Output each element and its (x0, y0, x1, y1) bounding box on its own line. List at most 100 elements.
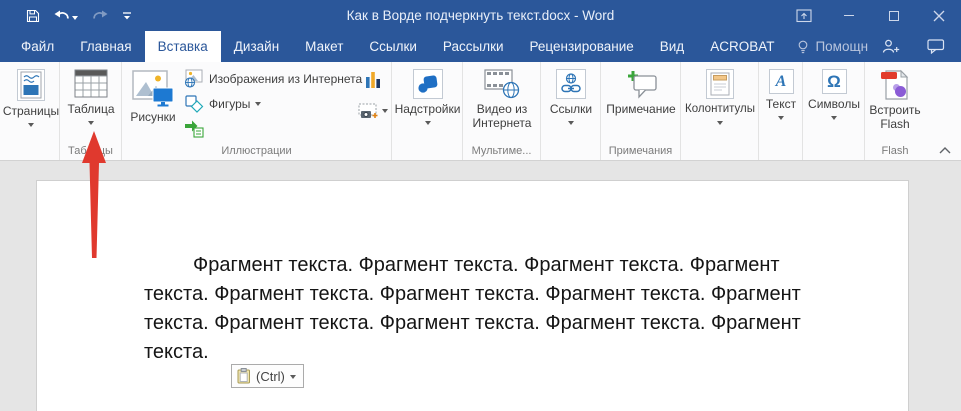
group-pages: Страницы (2, 62, 60, 160)
paragraph-line: текста. (144, 338, 801, 367)
pages-dropdown-arrow (28, 123, 34, 127)
tell-me-box[interactable]: Помощн (797, 31, 868, 62)
collapse-ribbon-icon[interactable] (939, 147, 951, 154)
pages-button-label: Страницы (3, 105, 59, 119)
paste-options-dropdown-arrow (290, 375, 296, 379)
maximize-button[interactable] (871, 0, 916, 31)
text-button-label: Текст (766, 98, 796, 112)
tab-home[interactable]: Главная (67, 31, 144, 62)
group-label-illustrations: Иллюстрации (122, 145, 391, 157)
chart-icon[interactable] (365, 70, 381, 89)
header-footer-icon (710, 72, 730, 96)
document-page[interactable]: Фрагмент текста. Фрагмент текста. Фрагме… (36, 180, 909, 411)
illustrations-right-buttons (358, 70, 388, 119)
smartart-button[interactable] (184, 116, 362, 141)
group-links: Ссылки (541, 62, 601, 160)
window-controls (781, 0, 961, 31)
addins-button[interactable]: Надстройки (395, 62, 460, 125)
group-comments: Примечание Примечания (601, 62, 681, 160)
links-button-label: Ссылки (550, 103, 592, 117)
header-footer-label: Колонтитулы (685, 103, 755, 117)
text-icon: A (776, 73, 787, 91)
paste-options-button[interactable]: (Ctrl) (231, 364, 304, 388)
symbols-icon: Ω (827, 72, 841, 92)
tell-me-label: Помощн (815, 39, 868, 54)
group-header-footer: Колонтитулы (681, 62, 759, 160)
shapes-label: Фигуры (209, 97, 250, 111)
title-bar: Как в Ворде подчеркнуть текст.docx - Wor… (0, 0, 961, 31)
shapes-button[interactable]: Фигуры (184, 91, 362, 116)
tab-view[interactable]: Вид (647, 31, 697, 62)
pages-button[interactable]: Страницы (5, 62, 57, 127)
embed-flash-label-line2: Flash (880, 118, 909, 132)
online-video-label-line1: Видео из (477, 103, 528, 117)
header-footer-button[interactable]: Колонтитулы (684, 62, 756, 125)
table-icon (74, 69, 108, 99)
smartart-icon (184, 119, 204, 138)
tab-layout[interactable]: Макет (292, 31, 356, 62)
online-pictures-icon (184, 69, 204, 88)
tab-insert[interactable]: Вставка (145, 31, 221, 62)
group-text: A Текст (759, 62, 803, 160)
illustrations-small-buttons: Изображения из Интернета Фигуры (184, 66, 362, 141)
comment-button[interactable]: Примечание (605, 62, 677, 117)
symbols-button-label: Символы (808, 98, 860, 112)
group-illustrations: Рисунки Изображения из Интернета (122, 62, 392, 160)
tab-references[interactable]: Ссылки (356, 31, 430, 62)
close-icon (933, 10, 945, 22)
screenshot-dropdown-arrow (382, 109, 388, 113)
ribbon: Страницы Таблица Таблицы (0, 62, 961, 161)
comment-button-label: Примечание (606, 103, 675, 117)
group-label-flash: Flash (865, 145, 925, 157)
minimize-button[interactable] (826, 0, 871, 31)
symbols-button[interactable]: Ω Символы (809, 62, 859, 120)
online-pictures-button[interactable]: Изображения из Интернета (184, 66, 362, 91)
pictures-icon (131, 69, 175, 107)
symbols-dropdown-arrow (831, 116, 837, 120)
paragraph: Фрагмент текста. Фрагмент текста. Фрагме… (144, 251, 801, 367)
paragraph-line: текста. Фрагмент текста. Фрагмент текста… (144, 280, 801, 309)
text-dropdown-arrow (778, 116, 784, 120)
paragraph-line: Фрагмент текста. Фрагмент текста. Фрагме… (144, 251, 801, 280)
table-button-label: Таблица (67, 103, 114, 117)
links-dropdown-arrow (568, 121, 574, 125)
group-label-comments: Примечания (601, 145, 680, 157)
group-symbols: Ω Символы (803, 62, 865, 160)
table-dropdown-arrow[interactable] (88, 121, 94, 125)
header-footer-dropdown-arrow (717, 121, 723, 125)
pictures-button[interactable]: Рисунки (124, 62, 182, 125)
ribbon-display-options-icon (796, 9, 812, 23)
tab-design[interactable]: Дизайн (221, 31, 292, 62)
online-video-button[interactable]: Видео из Интернета (467, 62, 537, 130)
screenshot-icon (358, 103, 379, 119)
tab-review[interactable]: Рецензирование (517, 31, 647, 62)
online-pictures-label: Изображения из Интернета (209, 72, 362, 86)
embed-flash-label-line1: Встроить (869, 104, 920, 118)
close-button[interactable] (916, 0, 961, 31)
sign-in-share-icon[interactable] (882, 39, 901, 54)
links-icon (559, 72, 583, 96)
comments-panel-icon[interactable] (927, 39, 945, 54)
maximize-icon (889, 11, 899, 21)
addins-button-label: Надстройки (395, 103, 461, 117)
group-media: Видео из Интернета Мультиме... (463, 62, 541, 160)
links-button[interactable]: Ссылки (545, 62, 597, 125)
document-area: Фрагмент текста. Фрагмент текста. Фрагме… (0, 162, 961, 411)
text-button[interactable]: A Текст (762, 62, 800, 120)
addins-dropdown-arrow (425, 121, 431, 125)
tab-acrobat[interactable]: ACROBAT (697, 31, 787, 62)
embed-flash-icon (879, 68, 911, 100)
tab-file[interactable]: Файл (8, 31, 67, 62)
annotation-arrow (80, 128, 108, 260)
shapes-dropdown-arrow (255, 102, 261, 106)
paragraph-line: текста. Фрагмент текста. Фрагмент текста… (144, 309, 801, 338)
group-flash: Встроить Flash Flash (865, 62, 925, 160)
group-addins: Надстройки (392, 62, 463, 160)
shapes-icon (184, 94, 204, 113)
ribbon-display-options-button[interactable] (781, 0, 826, 31)
screenshot-button[interactable] (358, 103, 388, 119)
tab-mailings[interactable]: Рассылки (430, 31, 517, 62)
table-button[interactable]: Таблица (64, 62, 118, 125)
embed-flash-button[interactable]: Встроить Flash (867, 62, 923, 131)
online-video-label-line2: Интернета (473, 117, 532, 131)
